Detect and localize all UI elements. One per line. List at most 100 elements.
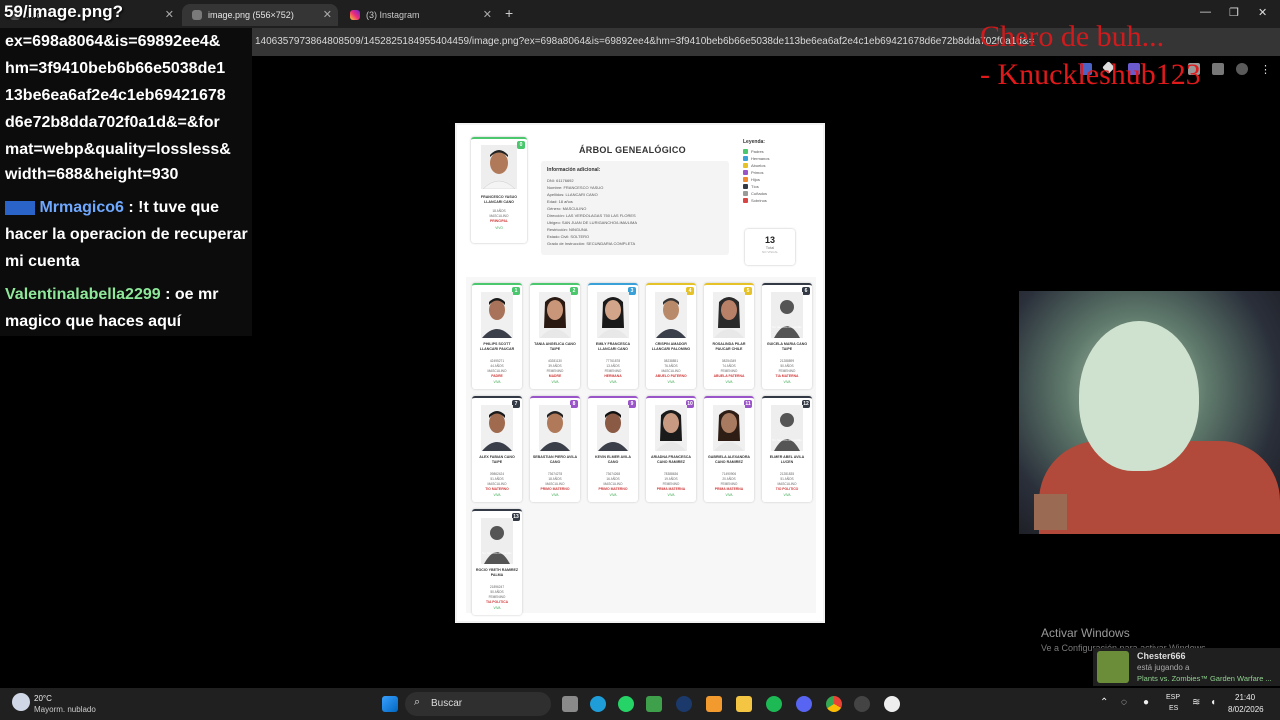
chat-badge-icon [5, 200, 35, 215]
folder-icon[interactable] [736, 696, 752, 712]
volume-icon[interactable]: ◖ [1210, 697, 1216, 708]
chat-url-line: width=688&height=930 [5, 166, 179, 183]
legend-swatch [743, 156, 748, 161]
minecraft-icon[interactable] [646, 696, 662, 712]
person-photo [713, 405, 745, 451]
relative-card: 3 EMILY FRANCESCA LLANCARI CANO 77761878 13… [588, 283, 638, 389]
chrome-icon[interactable] [826, 696, 842, 712]
language-top[interactable]: ESP [1166, 694, 1180, 701]
relative-status: VIVA [667, 493, 675, 497]
legend-item: Sobrinos [743, 197, 803, 204]
wifi-icon[interactable]: ≋ [1192, 697, 1200, 708]
legend-item: Tíos [743, 183, 803, 190]
relative-card: 4 CRISPIN AMADOR LLANCARI PALOMINO 0823885… [646, 283, 696, 389]
clock-time[interactable]: 21:40 [1235, 693, 1255, 702]
legend-item: Hijos [743, 176, 803, 183]
legend-label: Tíos [751, 184, 759, 189]
menu-icon[interactable] [1212, 63, 1224, 75]
legend-title: Leyenda: [743, 139, 765, 145]
person-photo [713, 292, 745, 338]
discord-notification[interactable]: Chester666 está jugando a Plants vs. Zom… [1093, 648, 1280, 686]
weather-icon[interactable] [12, 693, 30, 711]
close-window-icon[interactable]: ✕ [1258, 6, 1267, 19]
info-line: DNI: 61176692 [547, 178, 574, 183]
card-badge: 12 [802, 400, 810, 408]
tab-3[interactable]: (3) Instagram ✕ [340, 4, 498, 26]
chat-url-line: d6e72b8dda702f0a1d&=&for [5, 114, 220, 131]
clock-date[interactable]: 8/02/2026 [1228, 705, 1264, 714]
overlay-red-text: - Knuckleshub123 [980, 58, 1201, 91]
chat-message: Valentinalabella2299 : oe mr magico que … [5, 281, 250, 335]
whatsapp-icon[interactable] [618, 696, 634, 712]
weather-desc[interactable]: Mayorm. nublado [34, 705, 96, 714]
close-icon[interactable]: ✕ [165, 8, 174, 21]
new-tab-icon[interactable]: + [505, 5, 513, 21]
card-badge: 4 [686, 287, 694, 295]
weather-temp[interactable]: 20°C [34, 694, 52, 703]
info-line: Apellidos: LLANCARI CANO [547, 192, 598, 197]
person-photo [597, 292, 629, 338]
relative-role: PRIMO MATERNO [540, 487, 570, 491]
discord-icon[interactable] [796, 696, 812, 712]
maximize-icon[interactable]: ❐ [1229, 6, 1239, 19]
tab-label: image.png (556×752) [208, 10, 294, 20]
relative-card: 9 KEVIN ELMER AVILA CANO 73674268 16 AÑOS MA… [588, 396, 638, 502]
app-icon[interactable] [884, 696, 900, 712]
total-value: 13 [764, 235, 775, 245]
relative-status: VIVA [551, 493, 559, 497]
relative-role: PRIMO MATERNO [598, 487, 628, 491]
profile-icon[interactable] [1236, 63, 1248, 75]
close-icon[interactable]: ✕ [483, 8, 492, 21]
task-view-icon[interactable] [562, 696, 578, 712]
relative-role: HERMANA [604, 374, 622, 378]
relative-role: PADRE [491, 374, 503, 378]
spotify-icon[interactable] [766, 696, 782, 712]
language-bottom[interactable]: ES [1169, 705, 1178, 712]
relative-name: ELMER ABEL AVILA LUCEN [769, 455, 805, 464]
legend-item: Hermanos [743, 155, 803, 162]
edge-icon[interactable] [590, 696, 606, 712]
relative-role: TIA MATERNA [775, 374, 799, 378]
family-tree-image: 0 FRANCESCO YASUO LLANCARI CANO 18 AÑOS … [455, 123, 825, 623]
chat-url-line: hm=3f9410beb6b66e5038de1 [5, 60, 226, 77]
close-icon[interactable]: ✕ [323, 8, 332, 21]
chat-username: Mrmagico6 [39, 199, 124, 216]
person-photo [539, 405, 571, 451]
legend-swatch [743, 184, 748, 189]
chevron-up-icon[interactable]: ⌃ [1100, 697, 1108, 708]
relative-role: MADRE [548, 374, 562, 378]
no-photo-placeholder: No hay foto disponible [771, 405, 803, 451]
card-badge: 7 [512, 400, 520, 408]
webcam-feed [1019, 291, 1280, 534]
no-photo-text: No hay foto disponible [482, 551, 512, 555]
notif-user: Chester666 [1137, 651, 1186, 661]
relative-card: 8 SEBASTIAN PIERO AVILA CANO 73674278 18 AÑ… [530, 396, 580, 502]
more-icon[interactable]: ⋮ [1260, 63, 1272, 76]
obs-icon[interactable] [854, 696, 870, 712]
chat-message: Mrmagico6 : !t tuve que hacer la operaci… [5, 194, 250, 275]
card-badge: 2 [570, 287, 578, 295]
legend-item: Primos [743, 169, 803, 176]
mic-icon[interactable]: ● [1143, 697, 1149, 708]
instagram-icon [350, 10, 360, 20]
relative-card: 2 TANIA ANGELICA CANO TAIPE 40281130 39 AÑO… [530, 283, 580, 389]
relative-role: ABUELO PATERNO [655, 374, 687, 378]
tab-favicon [192, 10, 202, 20]
card-badge: 10 [686, 400, 694, 408]
windows-start-icon[interactable] [382, 696, 398, 712]
info-line: Dirección: LAS VERDOLAGAS 750 LAS FLORES [547, 213, 636, 218]
url-text[interactable]: 1406357973864808509/1452825184955404459/… [255, 36, 1035, 47]
chat-url-line: mat=webp&quality=lossless& [5, 141, 231, 158]
relative-status: VIVA [493, 606, 501, 610]
taskbar-search[interactable]: ⌕ Buscar [405, 692, 551, 716]
card-badge: 11 [744, 400, 752, 408]
info-box: Información adicional: DNI: 61176692 Nom… [541, 161, 729, 255]
network-icon[interactable]: ◌ [1121, 697, 1127, 708]
relative-name: GUICELA MARIA CANO TAIPE [766, 342, 808, 351]
tab-2[interactable]: image.png (556×752) ✕ [182, 4, 338, 26]
app-icon[interactable] [706, 696, 722, 712]
relative-status: VIVA [551, 380, 559, 384]
minimize-icon[interactable]: — [1200, 6, 1211, 18]
legend-swatch [743, 191, 748, 196]
steam-icon[interactable] [676, 696, 692, 712]
